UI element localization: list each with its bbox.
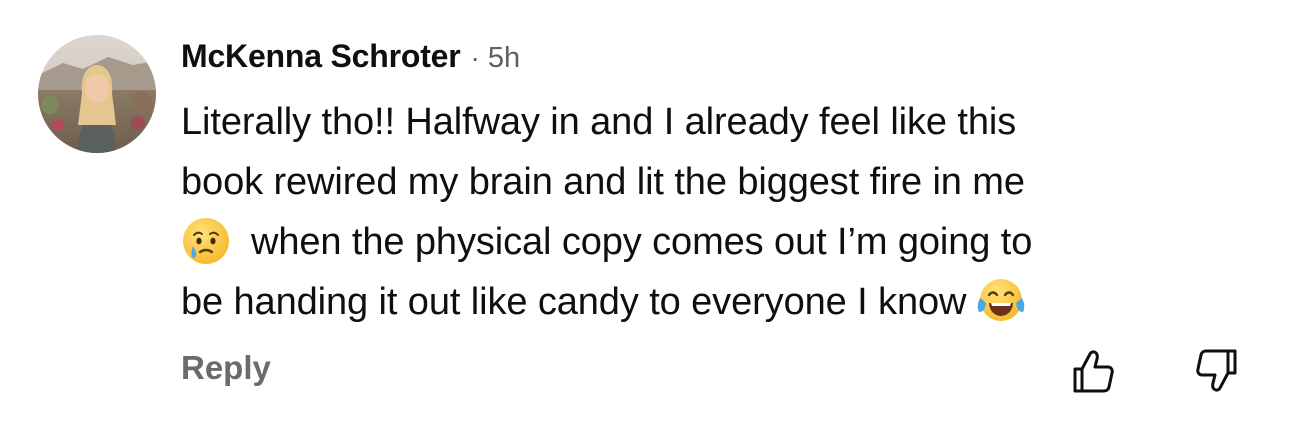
comment-line-text: when the physical copy comes out I’m goi… bbox=[251, 221, 1033, 263]
meta-separator: · bbox=[470, 42, 480, 73]
thumbs-up-icon bbox=[1069, 347, 1117, 395]
comment: McKenna Schroter · 5h Literally tho!! Ha… bbox=[0, 0, 1290, 434]
dislike-button[interactable] bbox=[1193, 347, 1241, 395]
comment-line-with-emoji: when the physical copy comes out I’m goi… bbox=[181, 212, 1241, 272]
comment-line-text: be handing it out like candy to everyone… bbox=[181, 281, 967, 323]
reply-button[interactable]: Reply bbox=[181, 349, 271, 387]
face-with-tears-of-joy-emoji-icon bbox=[976, 276, 1026, 326]
like-button[interactable] bbox=[1069, 347, 1117, 395]
avatar[interactable] bbox=[38, 35, 156, 153]
comment-body: Literally tho!! Halfway in and I already… bbox=[181, 92, 1241, 332]
thumbs-down-icon bbox=[1193, 347, 1241, 395]
comment-line: book rewired my brain and lit the bigges… bbox=[181, 161, 1025, 203]
author-name[interactable]: McKenna Schroter bbox=[181, 38, 461, 75]
comment-line-with-emoji: be handing it out like candy to everyone… bbox=[181, 272, 1241, 332]
comment-header: McKenna Schroter · 5h bbox=[181, 38, 520, 78]
comment-line: Literally tho!! Halfway in and I already… bbox=[181, 101, 1017, 143]
timestamp[interactable]: 5h bbox=[488, 42, 520, 75]
face-holding-back-tears-emoji-icon bbox=[181, 216, 231, 266]
